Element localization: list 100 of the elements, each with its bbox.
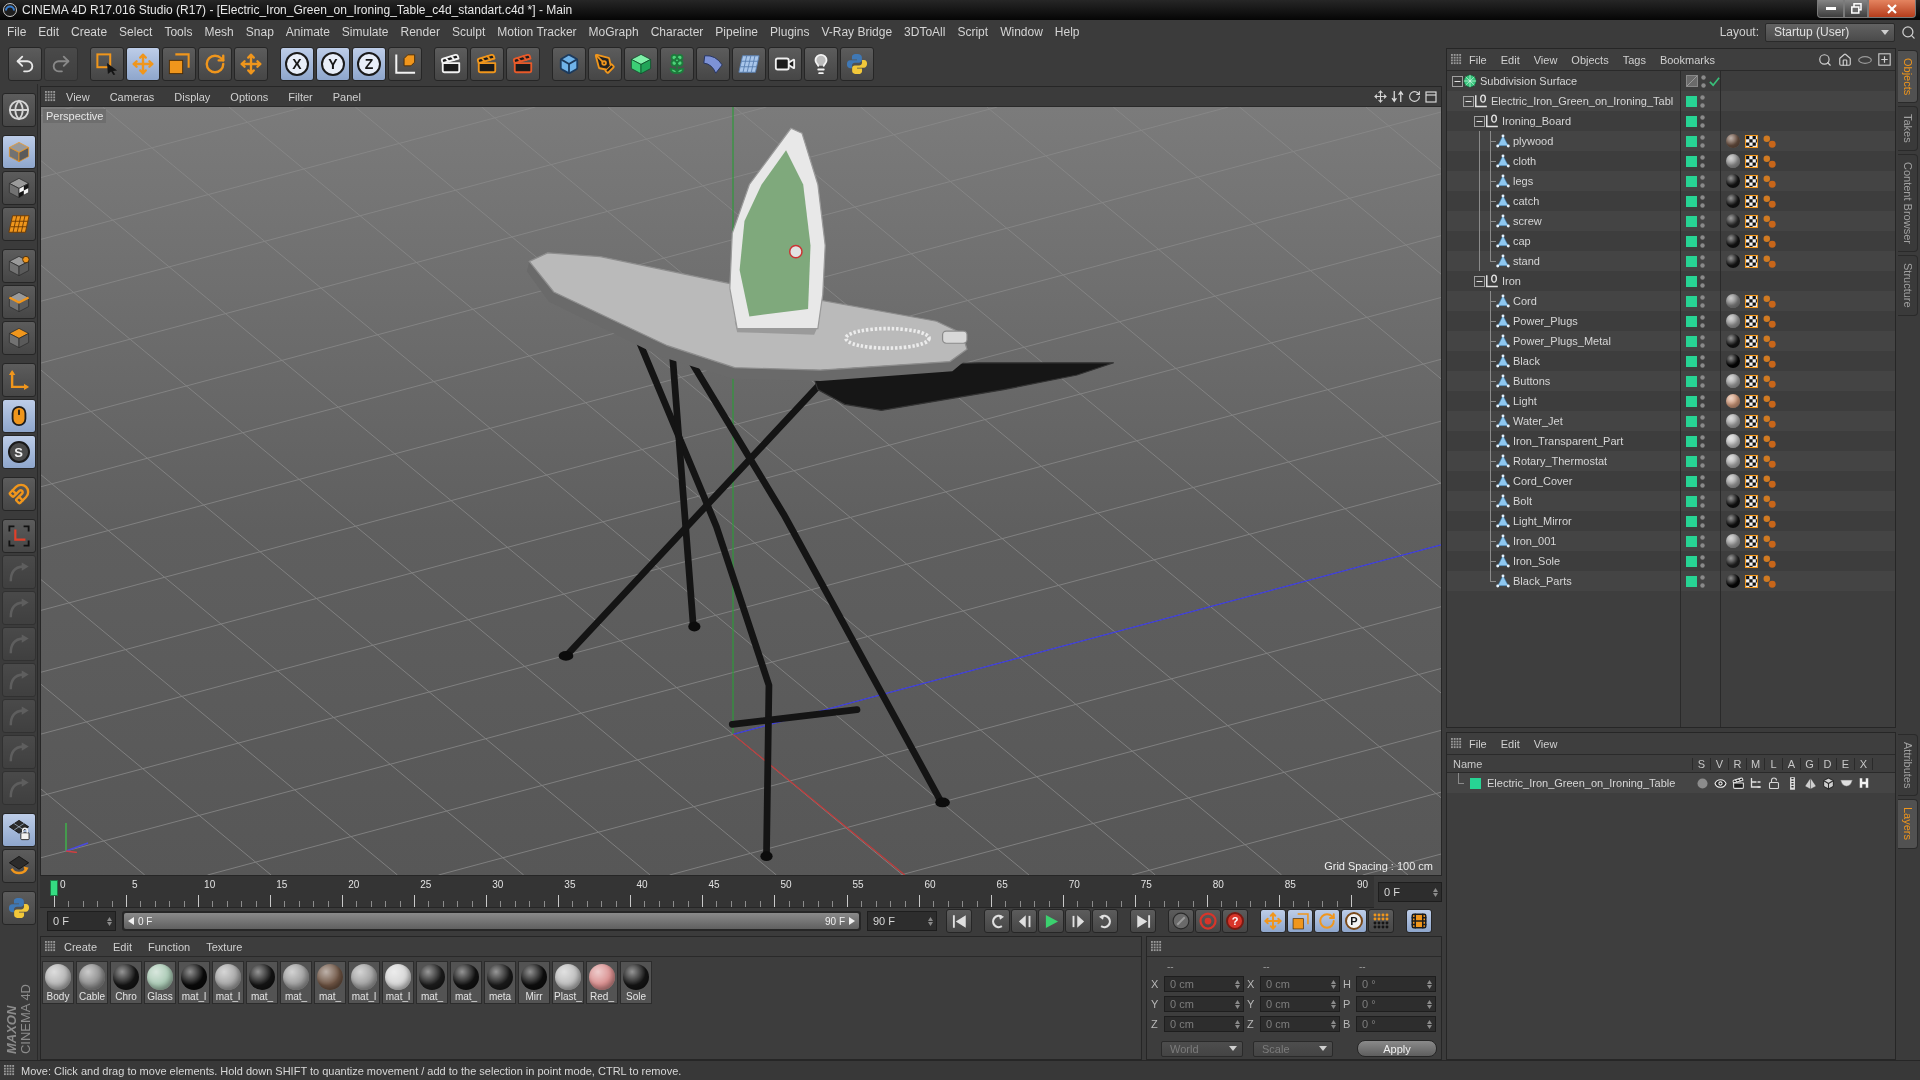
menu-item[interactable]: Animate xyxy=(279,25,336,39)
column-header[interactable]: S xyxy=(1693,757,1711,770)
material-tag-icon[interactable] xyxy=(1726,334,1740,348)
side-tab[interactable]: Content Browser xyxy=(1898,154,1918,252)
cloner-button[interactable] xyxy=(660,47,694,81)
material-item[interactable]: mat_ xyxy=(280,961,312,1004)
material-tag-icon[interactable] xyxy=(1726,574,1740,588)
viewport[interactable]: Perspective Grid Spacing : 100 cm xyxy=(41,107,1441,875)
play-button[interactable] xyxy=(1038,909,1064,933)
double-arrow-icon[interactable] xyxy=(1391,90,1404,103)
checker-tag-icon[interactable] xyxy=(1745,474,1758,488)
move-icon[interactable] xyxy=(1374,90,1387,103)
menu-item[interactable]: Sculpt xyxy=(445,25,492,39)
menu-item[interactable]: View xyxy=(1526,53,1565,66)
collapse-icon[interactable] xyxy=(1474,115,1485,127)
material-tag-icon[interactable] xyxy=(1726,174,1740,188)
menu-item[interactable]: Edit xyxy=(105,940,140,953)
axes-tool-button[interactable] xyxy=(1,519,36,553)
keyframe-button[interactable] xyxy=(1168,909,1194,933)
layer-color-swatch-icon[interactable] xyxy=(1470,777,1481,789)
material-item[interactable]: mat_l xyxy=(212,961,244,1004)
render-picture-button[interactable] xyxy=(470,47,504,81)
go-to-start-button[interactable] xyxy=(946,909,972,933)
axis-lock-button[interactable]: X xyxy=(280,47,314,81)
tree-row[interactable]: Buttons xyxy=(1447,371,1895,391)
visibility-dots-icon[interactable] xyxy=(1700,394,1705,408)
dots-tag-icon[interactable] xyxy=(1763,414,1776,428)
column-header[interactable]: L xyxy=(1765,757,1783,770)
checker-tag-icon[interactable] xyxy=(1745,334,1758,348)
move-tool-button[interactable] xyxy=(126,47,160,81)
coordinate-field[interactable]: 0 cm xyxy=(1164,976,1244,992)
checker-tag-icon[interactable] xyxy=(1745,494,1758,508)
visibility-dots-icon[interactable] xyxy=(1700,354,1705,368)
model-mode-button[interactable] xyxy=(1,135,36,169)
autokey-button[interactable]: ? xyxy=(1222,909,1248,933)
material-tag-icon[interactable] xyxy=(1726,354,1740,368)
record-button[interactable] xyxy=(1195,909,1221,933)
menu-item[interactable]: Bookmarks xyxy=(1652,53,1722,66)
layer-swatch-icon[interactable] xyxy=(1686,155,1697,167)
menu-item[interactable]: File xyxy=(1462,737,1494,750)
layer-swatch-icon[interactable] xyxy=(1686,335,1697,347)
snap-button[interactable] xyxy=(1,477,36,511)
light-button[interactable] xyxy=(804,47,838,81)
column-header[interactable]: M xyxy=(1747,757,1765,770)
coordinate-field[interactable]: 0 cm xyxy=(1164,1016,1244,1032)
checker-tag-icon[interactable] xyxy=(1745,574,1758,588)
tree-row[interactable]: Bolt xyxy=(1447,491,1895,511)
scale-tool-button[interactable] xyxy=(162,47,196,81)
polygons-mode-button[interactable] xyxy=(1,321,36,355)
layer-swatch-icon[interactable] xyxy=(1686,515,1697,527)
dots-tag-icon[interactable] xyxy=(1763,454,1776,468)
playhead-handle[interactable] xyxy=(50,880,58,896)
dots-tag-icon[interactable] xyxy=(1763,214,1776,228)
layer-swatch-icon[interactable] xyxy=(1686,175,1697,187)
layer-swatch-icon[interactable] xyxy=(1686,355,1697,367)
column-header[interactable]: X xyxy=(1855,757,1873,770)
layer-swatch-icon[interactable] xyxy=(1686,375,1697,387)
dots-tag-icon[interactable] xyxy=(1763,554,1776,568)
menu-item[interactable]: Snap xyxy=(239,25,280,39)
dots-tag-icon[interactable] xyxy=(1763,354,1776,368)
layer-row[interactable]: Electric_Iron_Green_on_Ironing_Table xyxy=(1447,773,1895,793)
material-item[interactable]: mat_ xyxy=(416,961,448,1004)
material-tag-icon[interactable] xyxy=(1726,534,1740,548)
checker-tag-icon[interactable] xyxy=(1745,294,1758,308)
material-tag-icon[interactable] xyxy=(1726,134,1740,148)
coordinate-field[interactable]: 0 ° xyxy=(1356,976,1436,992)
side-tab[interactable]: Takes xyxy=(1898,106,1918,152)
visibility-dots-icon[interactable] xyxy=(1700,334,1705,348)
floor-button[interactable] xyxy=(732,47,766,81)
layer-swatch-icon[interactable] xyxy=(1686,555,1697,567)
menu-item[interactable]: MoGraph xyxy=(582,25,645,39)
material-item[interactable]: Red_ xyxy=(586,961,618,1004)
tree-row[interactable]: screw xyxy=(1447,211,1895,231)
layer-swatch-icon[interactable] xyxy=(1686,475,1697,487)
dots-tag-icon[interactable] xyxy=(1763,494,1776,508)
tree-row[interactable]: Water_Jet xyxy=(1447,411,1895,431)
menu-item[interactable]: Edit xyxy=(1493,737,1527,750)
visibility-dots-icon[interactable] xyxy=(1700,554,1705,568)
menu-item[interactable]: View xyxy=(56,90,100,103)
layer-swatch-icon[interactable] xyxy=(1686,495,1697,507)
side-tab[interactable]: Objects xyxy=(1898,50,1918,104)
menu-item[interactable]: Edit xyxy=(32,25,66,39)
key-parameter-button[interactable]: P xyxy=(1341,909,1367,933)
script-button[interactable] xyxy=(1,891,36,925)
menu-item[interactable]: Filter xyxy=(278,90,323,103)
menu-item[interactable]: Cameras xyxy=(99,90,165,103)
home-icon[interactable] xyxy=(1838,52,1852,67)
material-item[interactable]: Glass xyxy=(144,961,176,1004)
visibility-dots-icon[interactable] xyxy=(1700,274,1705,288)
visibility-dots-icon[interactable] xyxy=(1700,454,1705,468)
render-view-button[interactable] xyxy=(434,47,468,81)
key-position-button[interactable] xyxy=(1260,909,1286,933)
visibility-dots-icon[interactable] xyxy=(1700,234,1705,248)
workplane-mode-button[interactable] xyxy=(1,207,36,241)
material-item[interactable]: mat_ xyxy=(314,961,346,1004)
dots-tag-icon[interactable] xyxy=(1763,134,1776,148)
menu-item[interactable]: Character xyxy=(644,25,710,39)
coordinate-field[interactable]: 0 cm xyxy=(1260,996,1340,1012)
collapse-icon[interactable] xyxy=(1452,75,1463,87)
checker-tag-icon[interactable] xyxy=(1745,194,1758,208)
